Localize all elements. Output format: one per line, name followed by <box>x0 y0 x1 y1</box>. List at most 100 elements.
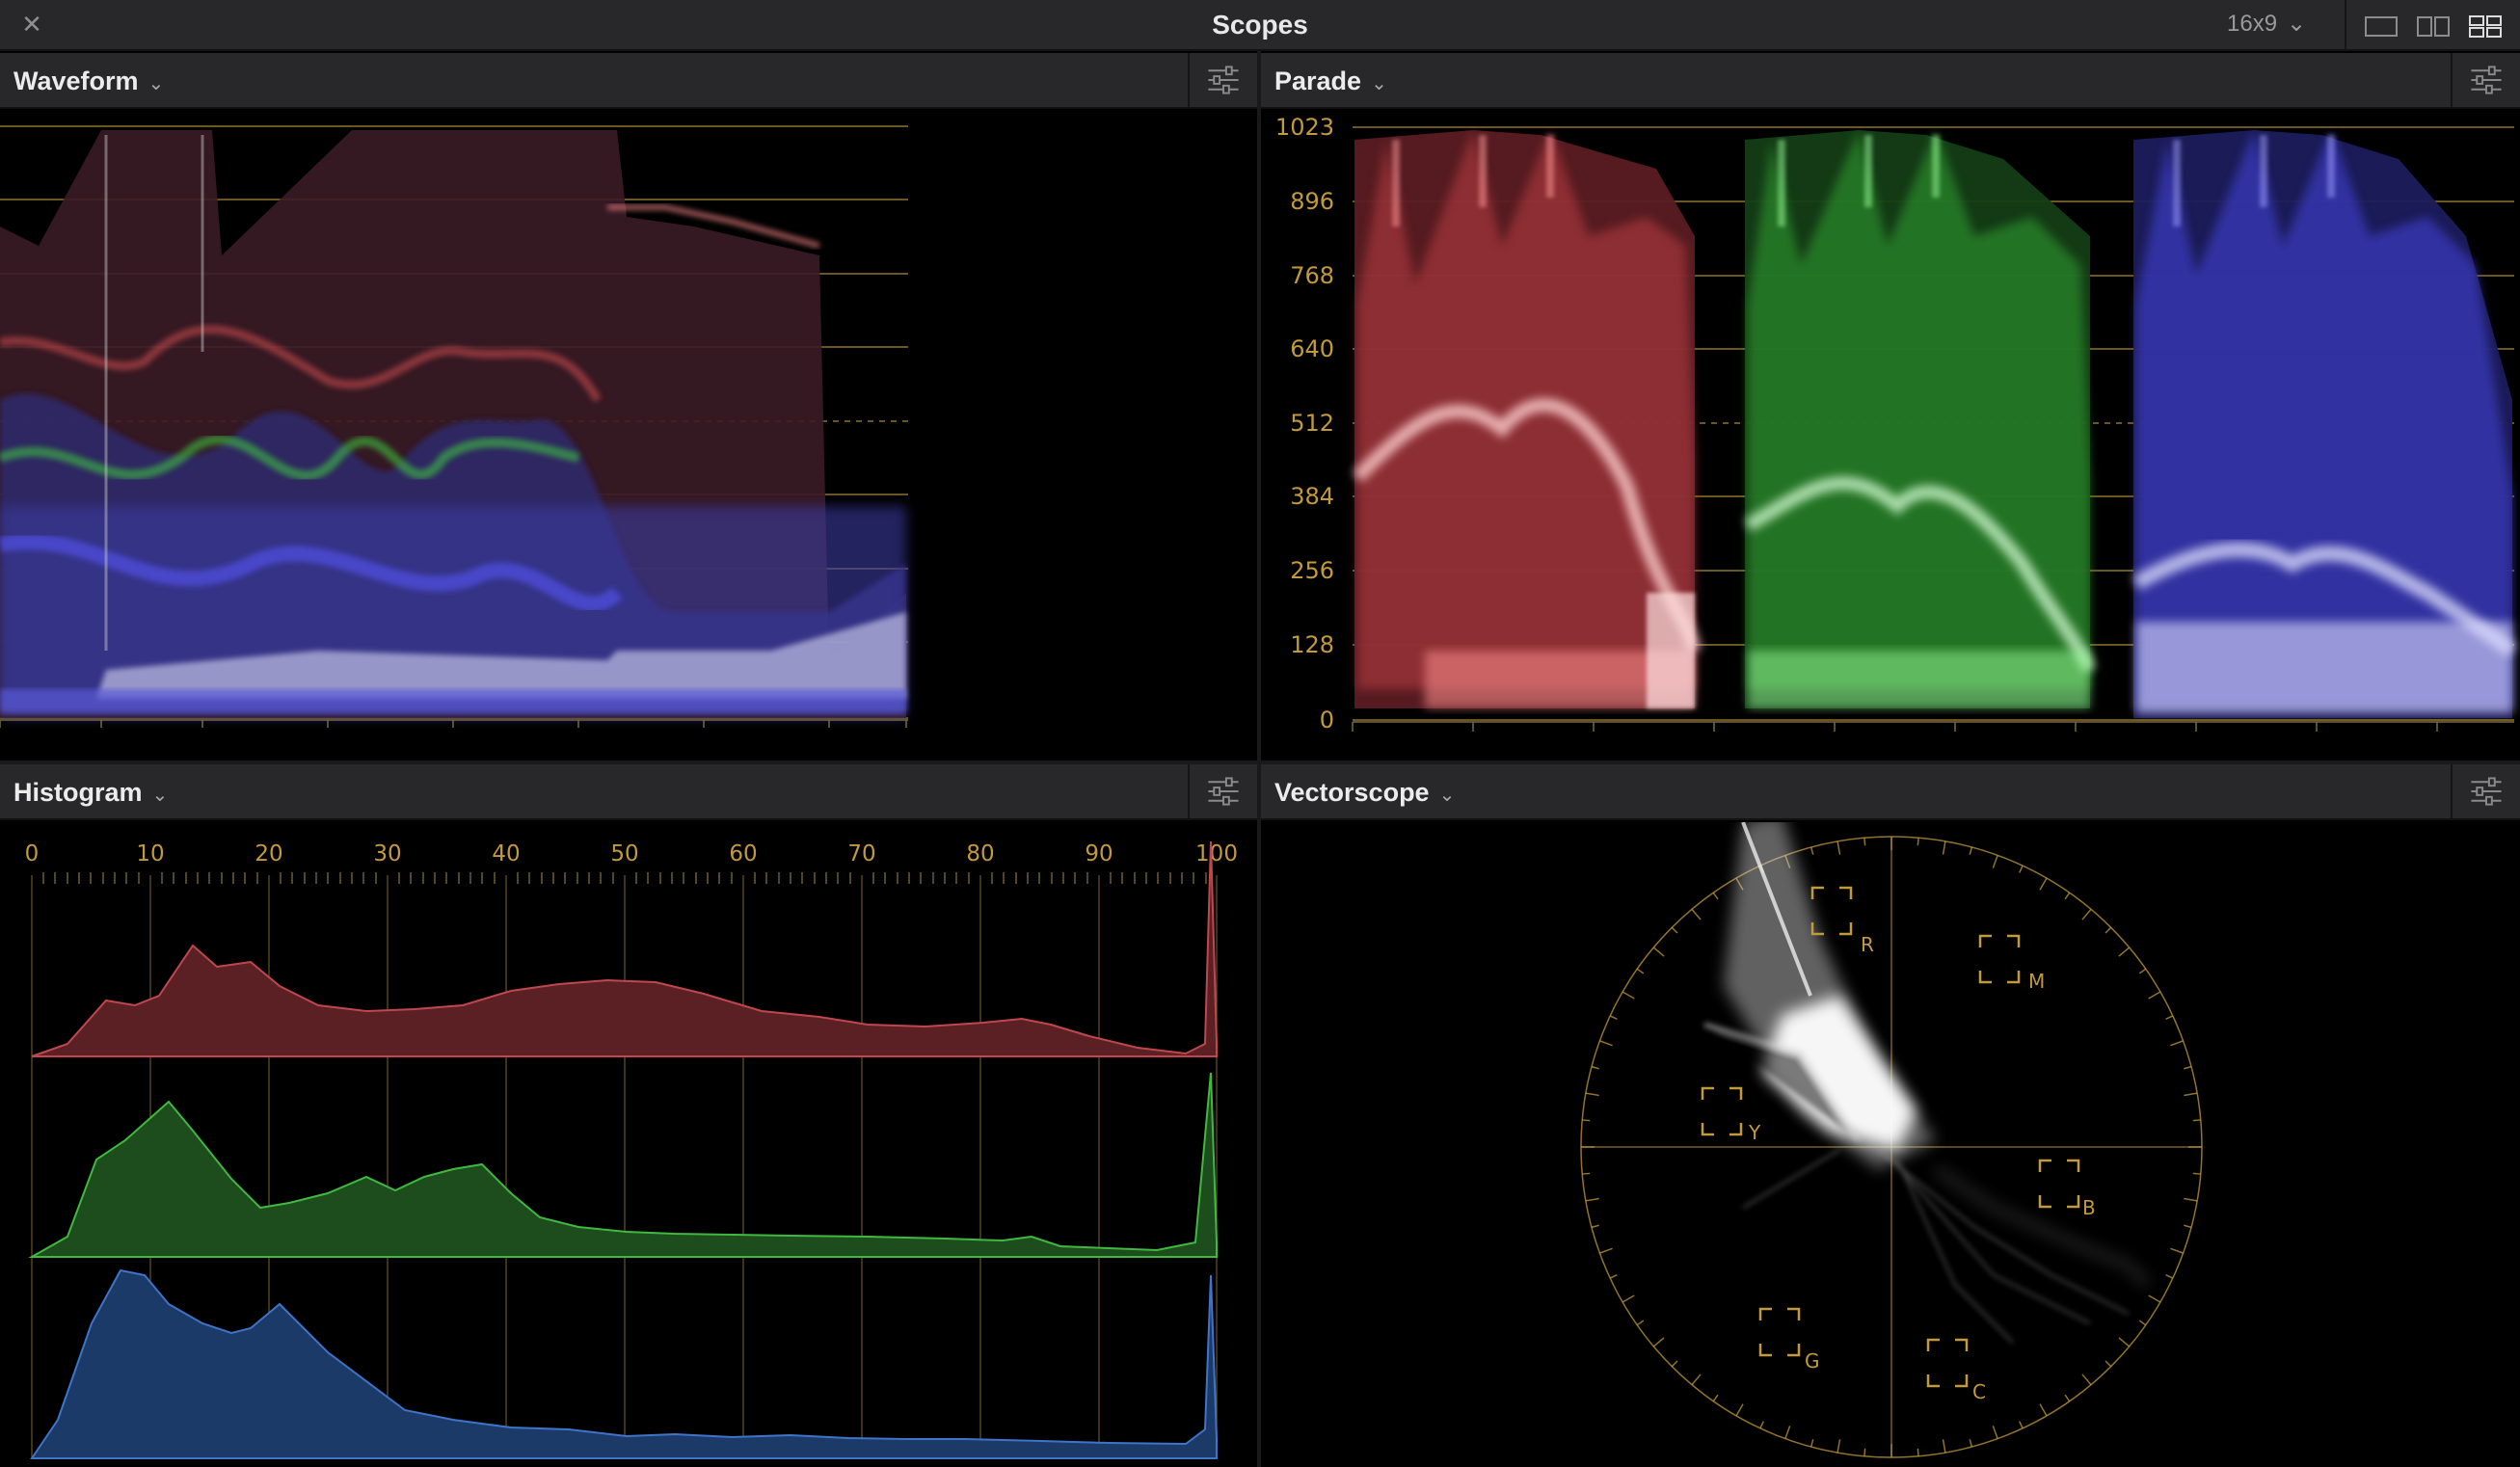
parade-scale: 1023 896 768 640 512 384 256 128 0 <box>1275 114 1334 734</box>
scale-label: 384 <box>1290 483 1334 510</box>
layout-dual-icon[interactable] <box>2416 13 2451 39</box>
rim-tick <box>2184 1092 2198 1097</box>
rim-tick <box>1671 1360 1678 1368</box>
parade-dropdown[interactable]: Parade ⌄ <box>1274 67 1387 96</box>
sliders-icon[interactable] <box>1188 764 1257 818</box>
parade-blue-trace <box>2132 130 2517 718</box>
rim-tick <box>1609 1015 1618 1020</box>
target-m <box>1978 934 2021 984</box>
panel-title: Waveform <box>13 67 139 95</box>
target-r <box>1810 886 1853 936</box>
parade-green-trace <box>1744 130 2097 708</box>
rim-tick <box>1622 1294 1635 1303</box>
panel-title: Histogram <box>13 778 143 807</box>
waveform-scope <box>0 125 908 728</box>
rim-tick <box>1585 1092 1599 1097</box>
waveform-baseline-ticks <box>0 719 908 728</box>
target-label: R <box>1861 933 1874 956</box>
rim-tick <box>2170 1040 2184 1047</box>
rim-tick <box>2138 968 2147 974</box>
rim-tick <box>2192 1119 2201 1122</box>
rim-tick <box>2039 877 2048 891</box>
scale-label: 896 <box>1290 188 1334 215</box>
scale-label: 10 <box>136 841 164 867</box>
vectorscope-trace <box>1703 822 2151 1344</box>
rim-tick <box>2165 1274 2174 1279</box>
scale-label: 0 <box>25 841 40 867</box>
chevron-down-icon: ⌄ <box>147 73 165 94</box>
target-label: Y <box>1748 1121 1761 1144</box>
rim-tick <box>1969 1439 1973 1448</box>
scale-label: 256 <box>1290 557 1334 584</box>
scale-label: 80 <box>966 841 994 867</box>
rim-tick <box>1759 1421 1764 1429</box>
waveform-dropdown[interactable]: Waveform ⌄ <box>13 67 164 96</box>
scale-label: 512 <box>1290 410 1334 437</box>
rim-tick <box>1810 846 1814 855</box>
layout-quad-icon[interactable] <box>2468 13 2503 39</box>
target-label: G <box>1805 1349 1820 1373</box>
parade-header: Parade ⌄ <box>1261 53 2520 109</box>
target-c <box>1926 1338 1969 1388</box>
rim-tick <box>2118 1337 2131 1347</box>
rim-tick <box>1691 1374 1702 1386</box>
rim-tick <box>1712 892 1719 900</box>
histogram-dropdown[interactable]: Histogram ⌄ <box>13 778 168 808</box>
parade-scope: 1023 896 768 640 512 384 256 128 0 <box>1275 114 2517 734</box>
rim-tick <box>1969 846 1973 855</box>
scale-label: 40 <box>492 841 520 867</box>
target-label: C <box>1972 1380 1986 1403</box>
rim-tick <box>1735 1403 1744 1417</box>
rim-tick <box>1836 1439 1841 1454</box>
rim-tick <box>2019 1421 2024 1429</box>
rim-tick <box>2019 865 2024 873</box>
scale-label: 640 <box>1290 335 1334 362</box>
rim-tick <box>2165 1015 2174 1020</box>
scale-label: 100 <box>1195 841 1238 867</box>
rim-tick <box>2039 1403 2048 1417</box>
aspect-ratio-dropdown[interactable]: 16x9 ⌄ <box>2227 10 2306 38</box>
target-b <box>2038 1159 2080 1209</box>
rim-tick <box>1591 1065 1599 1070</box>
rim-tick <box>1942 1439 1946 1454</box>
sliders-icon[interactable] <box>1188 53 1257 107</box>
rim-tick <box>1609 1274 1618 1279</box>
aspect-ratio-label: 16x9 <box>2227 11 2278 37</box>
layout-single-icon[interactable] <box>2364 13 2399 39</box>
rim-tick <box>2081 908 2092 920</box>
panel-title: Vectorscope <box>1274 778 1430 807</box>
chevron-down-icon: ⌄ <box>1438 785 1456 806</box>
rim-tick <box>1652 1337 1665 1347</box>
target-y <box>1701 1086 1743 1136</box>
sliders-icon[interactable] <box>2451 764 2520 818</box>
sliders-icon[interactable] <box>2451 53 2520 107</box>
rim-tick <box>2148 991 2161 1000</box>
rim-tick <box>1582 1172 1591 1175</box>
waveform-header: Waveform ⌄ <box>0 53 1257 109</box>
rim-tick <box>1712 1394 1719 1402</box>
rim-tick <box>1810 1439 1814 1448</box>
chevron-down-icon: ⌄ <box>151 785 169 806</box>
parade-baseline-ticks <box>1352 721 2514 732</box>
histogram-scope: 0 10 20 30 40 50 60 70 80 90 100 <box>25 840 1238 1459</box>
rim-tick <box>1917 838 1919 846</box>
rim-tick <box>2064 892 2071 900</box>
target-label: B <box>2082 1196 2096 1219</box>
panel-divider[interactable] <box>0 760 2520 764</box>
rim-tick <box>1599 1040 1613 1047</box>
rim-tick <box>2104 1360 2112 1368</box>
histogram-header: Histogram ⌄ <box>0 764 1257 820</box>
panel-title: Parade <box>1274 67 1362 95</box>
rim-tick <box>1917 1448 1919 1456</box>
vectorscope-dropdown[interactable]: Vectorscope ⌄ <box>1274 778 1455 808</box>
scale-label: 20 <box>255 841 282 867</box>
rim-tick <box>2138 1320 2147 1326</box>
rim-tick <box>1863 1448 1866 1456</box>
rim-tick <box>1591 1224 1599 1229</box>
title-bar: ✕ Scopes 16x9 ⌄ <box>0 0 2520 51</box>
rim-tick <box>2184 1224 2192 1229</box>
rim-tick <box>1992 1426 1998 1439</box>
window-title: Scopes <box>1212 10 1308 40</box>
scale-label: 1023 <box>1275 114 1334 141</box>
rim-tick <box>1863 838 1866 846</box>
